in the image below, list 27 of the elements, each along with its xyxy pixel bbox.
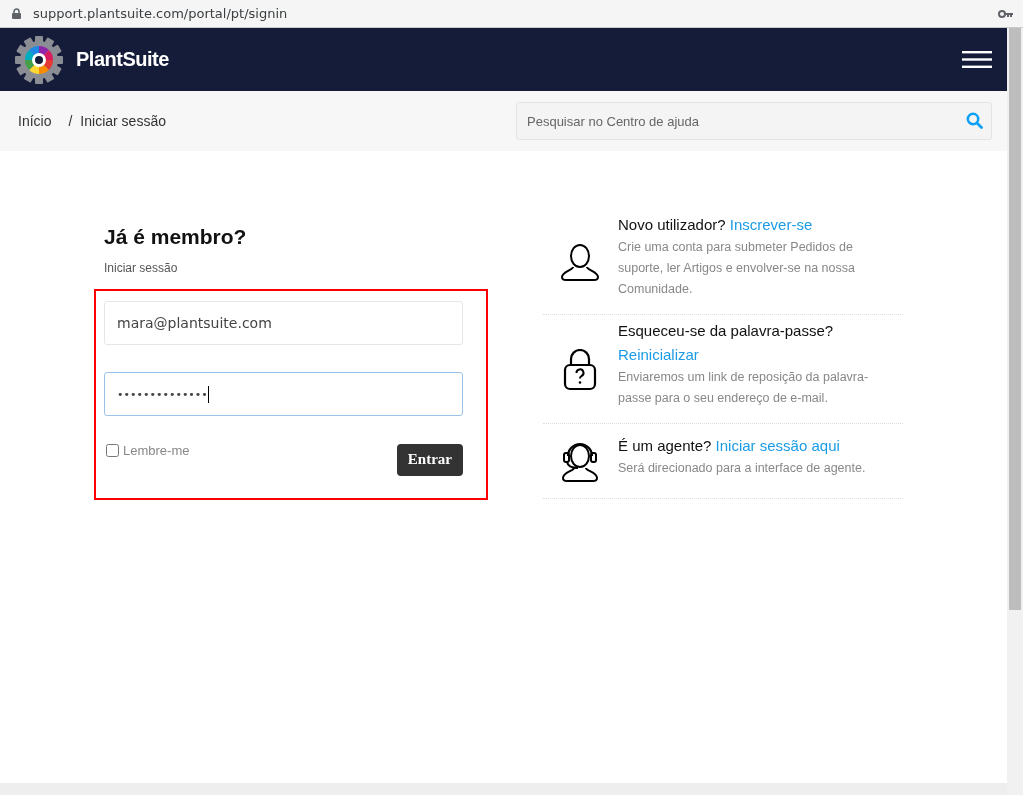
breadcrumb-link[interactable]: Iniciar sessão (80, 113, 166, 129)
option-title: Novo utilizador? (618, 216, 726, 233)
remember-checkbox[interactable] (106, 444, 119, 457)
scrollbar-thumb[interactable] (1009, 28, 1021, 610)
scrollbar[interactable] (1007, 28, 1023, 795)
breadcrumb-link[interactable]: Início (18, 113, 52, 129)
email-field[interactable]: mara@plantsuite.com (104, 301, 463, 345)
remember-label[interactable]: Lembre-me (123, 443, 190, 458)
signin-subtitle: Iniciar sessão (104, 261, 179, 275)
signin-heading: Já é membro? (104, 225, 248, 249)
search-field[interactable]: Pesquisar no Centro de ajuda (516, 102, 992, 140)
option-title: Esqueceu-se da palavra-passe? (618, 322, 834, 339)
option-description: Será direcionado para a interface de agente. (618, 459, 867, 477)
option-description: Crie uma conta para submeter Pedidos de suporte, ler Artigos e envolver-se na nossa Comunidade. (618, 239, 856, 298)
user-icon (560, 242, 600, 283)
key-icon[interactable] (998, 9, 1014, 18)
submit-button[interactable]: Entrar (396, 444, 463, 476)
logo-icon[interactable] (14, 34, 64, 85)
headset-agent-icon (560, 440, 600, 484)
option-description: Enviaremos um link de reposição da palavra-passe para o seu endereço de e-mail. (618, 369, 870, 407)
search-icon[interactable] (966, 112, 983, 129)
password-field[interactable]: •••••••••••••• (104, 372, 463, 416)
breadcrumb-separator: / (68, 113, 73, 129)
lock-icon (12, 8, 21, 19)
menu-icon[interactable] (962, 51, 992, 68)
brand-name[interactable]: PlantSuite (76, 48, 169, 71)
option-title: É um agente? (618, 436, 712, 454)
